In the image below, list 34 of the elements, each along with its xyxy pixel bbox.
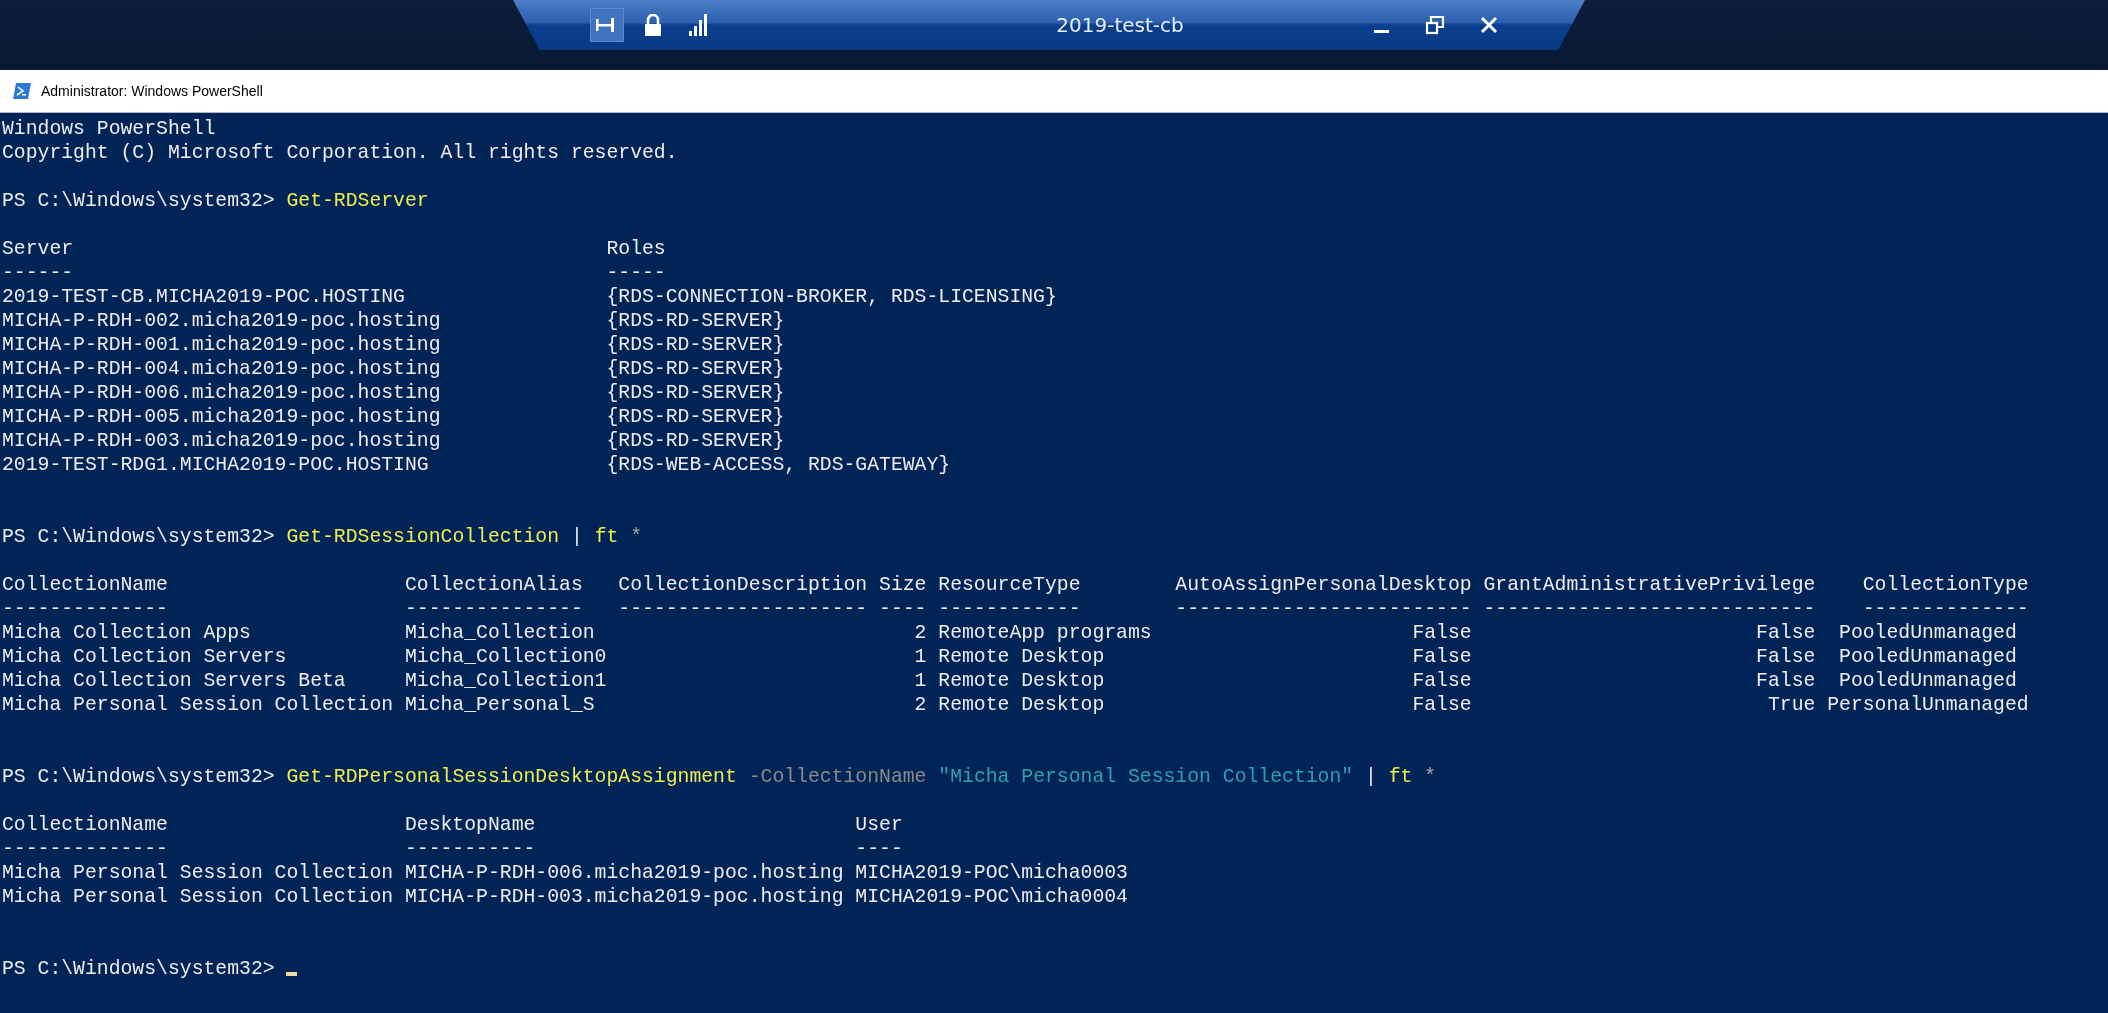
console-text: 2019-TEST-RDG1.MICHA2019-POC.HOSTING {RDS-WEB-ACCESS, RDS-GATEWAY} [2, 454, 951, 476]
console-text: 2019-TEST-CB.MICHA2019-POC.HOSTING {RDS-CONNECTION-BROKER, RDS-LICENSING} [2, 286, 1057, 308]
console-text: Server Roles [2, 238, 666, 260]
console-text: MICHA-P-RDH-001.micha2019-poc.hosting {RDS-RD-SERVER} [2, 334, 785, 356]
console-text: Micha Personal Session Collection Micha_Personal_S 2 Remote Desktop False True PersonalUnmanaged [2, 694, 2029, 716]
close-icon [1480, 16, 1498, 34]
console-text: Micha Collection Servers Micha_Collection0 1 Remote Desktop False False PooledUnmanaged [2, 646, 2017, 668]
console-text: CollectionName DesktopName User [2, 814, 903, 836]
powershell-icon [13, 83, 31, 99]
prompt-line: PS C:\Windows\system32> Get-RDPersonalSessionDesktopAssignment -CollectionName "Micha Personal Session Collection" | ft * [2, 766, 1437, 788]
prompt-line: PS C:\Windows\system32> Get-RDSessionCollection | ft * [2, 526, 643, 548]
console-text: Windows PowerShell [2, 118, 216, 140]
restore-icon [1425, 15, 1445, 35]
pin-button[interactable] [591, 9, 623, 41]
window-title: Administrator: Windows PowerShell [41, 83, 263, 99]
console-text: CollectionName CollectionAlias CollectionDescription Size ResourceType AutoAssignPersonalDesktop GrantAdministrativePrivilege CollectionType [2, 574, 2029, 596]
console-text: Micha Personal Session Collection MICHA-P-RDH-003.micha2019-poc.hosting MICHA2019-POC\micha0004 [2, 886, 1128, 908]
console-text: Copyright (C) Microsoft Corporation. All rights reserved. [2, 142, 678, 164]
connection-title: 2019-test-cb [1056, 13, 1184, 37]
console-text: -------------- ----------- ---- [2, 838, 903, 860]
console-text: Micha Personal Session Collection MICHA-P-RDH-006.micha2019-poc.hosting MICHA2019-POC\micha0003 [2, 862, 1128, 884]
console-text: MICHA-P-RDH-002.micha2019-poc.hosting {RDS-RD-SERVER} [2, 310, 785, 332]
minimize-icon [1373, 29, 1389, 33]
prompt-line: PS C:\Windows\system32> Get-RDServer [2, 190, 429, 212]
console-text: Micha Collection Apps Micha_Collection 2 RemoteApp programs False False PooledUnmanaged [2, 622, 2017, 644]
console-text: ------ ----- [2, 262, 666, 284]
prompt-line: PS C:\Windows\system32> [2, 958, 275, 980]
console-text: Micha Collection Servers Beta Micha_Collection1 1 Remote Desktop False False PooledUnmanaged [2, 670, 2017, 692]
console-text: MICHA-P-RDH-006.micha2019-poc.hosting {RDS-RD-SERVER} [2, 382, 785, 404]
console-text: MICHA-P-RDH-003.micha2019-poc.hosting {RDS-RD-SERVER} [2, 430, 785, 452]
console-text: -------------- --------------- --------------------- ---- ------------ ------------------------- ---------------------------- -------------- [2, 598, 2029, 620]
lock-icon [644, 14, 662, 36]
console-text: MICHA-P-RDH-005.micha2019-poc.hosting {RDS-RD-SERVER} [2, 406, 785, 428]
console-text: MICHA-P-RDH-004.micha2019-poc.hosting {RDS-RD-SERVER} [2, 358, 785, 380]
